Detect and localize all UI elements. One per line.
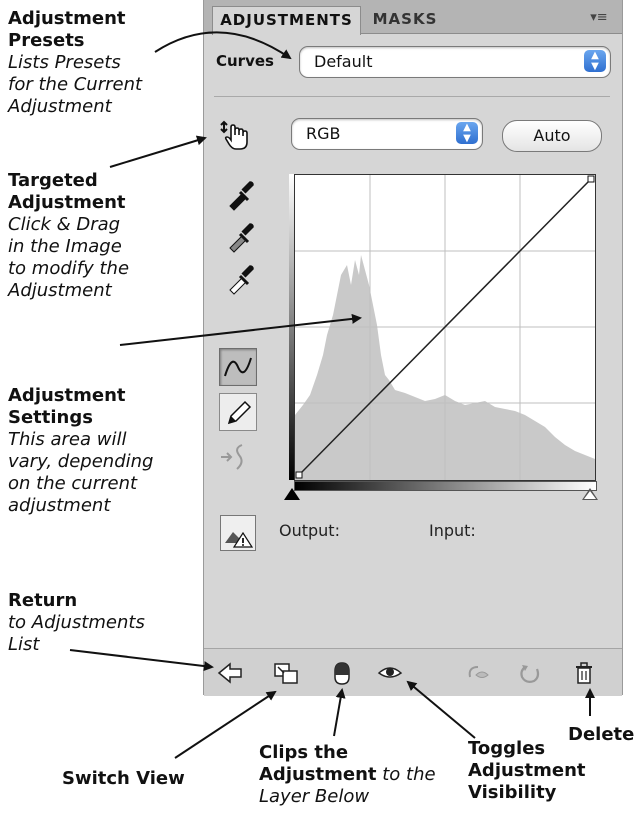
annotation-text: adjustment [8, 495, 111, 516]
annotation-switch-view: Switch View [62, 768, 185, 790]
annotation-text: Layer Below [259, 786, 370, 807]
annotation-title: Adjustment [8, 385, 126, 406]
preset-value: Default [314, 52, 373, 71]
annotation-text: to the [376, 764, 436, 785]
stepper-arrows-icon: ▲ ▼ [584, 50, 606, 72]
adjustments-panel: ADJUSTMENTS MASKS ▾≡ Curves Default ▲ ▼ R… [203, 0, 623, 696]
adjustment-type-label: Curves [216, 52, 274, 70]
annotation-title: Clips the [259, 742, 349, 763]
annotation-toggles: Toggles Adjustment Visibility [468, 738, 586, 804]
tab-masks[interactable]: MASKS [362, 6, 448, 33]
annotation-title: Visibility [468, 782, 557, 803]
annotation-return: Return to Adjustments List [8, 590, 145, 656]
reset-button [516, 659, 544, 687]
gray-point-eyedropper[interactable] [222, 220, 256, 254]
annotation-title: Return [8, 590, 78, 611]
annotation-text: Click & Drag [8, 214, 121, 235]
annotation-text: to Adjustments [8, 612, 145, 633]
annotation-title: Presets [8, 30, 85, 51]
return-button[interactable] [216, 659, 244, 687]
white-point-slider-inner [584, 491, 596, 499]
curve-point-tool[interactable] [219, 348, 257, 386]
pencil-tool[interactable] [219, 393, 257, 431]
annotation-text: on the current [8, 473, 138, 494]
input-label: Input: [429, 521, 476, 540]
annotation-delete: Delete [568, 724, 634, 746]
panel-divider [214, 96, 610, 97]
annotation-title: Adjustment [259, 764, 377, 785]
panel-tab-bar: ADJUSTMENTS MASKS ▾≡ [204, 0, 622, 35]
pencil-icon [227, 400, 252, 425]
arrow-targeted [109, 135, 207, 168]
curves-graph[interactable] [294, 174, 596, 481]
smooth-arrow-icon [221, 444, 243, 470]
black-point-eyedropper[interactable] [222, 178, 256, 212]
annotation-text: Adjustment [8, 280, 112, 301]
annotation-title: Adjustment [8, 192, 126, 213]
annotation-text: List [8, 634, 40, 655]
eye-icon [377, 667, 403, 678]
output-label: Output: [279, 521, 340, 540]
back-arrow-icon [217, 662, 242, 684]
panel-bottom-bar [204, 648, 622, 696]
curves-graph-svg [295, 175, 595, 480]
eyedropper-gray-icon [229, 223, 254, 253]
targeted-adjustment-tool[interactable] [218, 118, 252, 152]
smooth-curve-tool [218, 440, 252, 474]
curve-icon [224, 357, 252, 377]
annotation-text: vary, depending [8, 451, 154, 472]
annotation-title: Adjustment [468, 760, 586, 781]
trash-icon [576, 662, 592, 684]
annotation-adjustment-presets: Adjustment Presets Lists Presets for the… [8, 8, 142, 118]
panel-menu-icon[interactable]: ▾≡ [586, 10, 612, 26]
delete-button[interactable] [570, 659, 598, 687]
tab-adjustments[interactable]: ADJUSTMENTS [212, 6, 361, 35]
stepper-arrows-icon: ▲ ▼ [456, 122, 478, 144]
reset-icon [520, 665, 540, 683]
curve-point-shadows [295, 471, 303, 479]
eyedropper-black-icon [229, 181, 254, 211]
view-previous-state-button [464, 659, 492, 687]
curve-point-highlights [587, 175, 595, 183]
switch-view-button[interactable] [272, 659, 300, 687]
annotation-title: Switch View [62, 768, 185, 789]
toggle-visibility-button[interactable] [376, 659, 404, 687]
annotation-clips: Clips the Adjustment to the Layer Below [259, 742, 436, 808]
previous-state-icon [468, 666, 489, 678]
channel-select[interactable]: RGB ▲ ▼ [291, 118, 483, 150]
annotation-adjustment-settings: Adjustment Settings This area will vary,… [8, 385, 153, 517]
annotation-text: This area will [8, 429, 127, 450]
annotation-text: for the Current [8, 74, 143, 95]
black-point-slider[interactable] [284, 488, 300, 500]
arrow-clips [333, 688, 346, 737]
annotation-text: Lists Presets [8, 52, 121, 73]
annotation-title: Adjustment [8, 8, 126, 29]
white-point-eyedropper[interactable] [222, 262, 256, 296]
hand-scrubby-icon [220, 120, 248, 150]
annotation-text: in the Image [8, 236, 122, 257]
annotation-targeted-adjustment: Targeted Adjustment Click & Drag in the … [8, 170, 129, 302]
clipping-warning-icon [225, 531, 254, 548]
channel-value: RGB [306, 124, 341, 143]
auto-button[interactable]: Auto [502, 120, 602, 152]
annotation-title: Targeted [8, 170, 98, 191]
clipping-warning-button[interactable] [220, 515, 256, 551]
preset-select[interactable]: Default ▲ ▼ [299, 46, 611, 78]
clip-layer-icon [334, 662, 350, 685]
annotation-title: Settings [8, 407, 93, 428]
switch-view-icon [274, 663, 298, 684]
eyedropper-white-icon [229, 265, 254, 295]
annotation-text: Adjustment [8, 96, 112, 117]
clip-to-layer-button[interactable] [328, 659, 356, 687]
annotation-text: to modify the [8, 258, 130, 279]
annotation-title: Delete [568, 724, 634, 745]
input-gradient-bar [294, 481, 597, 491]
